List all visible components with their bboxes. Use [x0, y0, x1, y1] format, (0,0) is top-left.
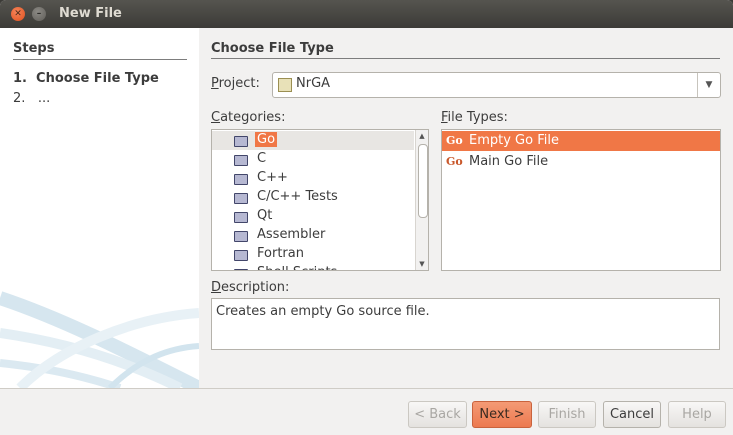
folder-icon [234, 193, 248, 204]
steps-panel: Steps 1. Choose File Type 2. ... [0, 28, 199, 388]
category-label: Go [255, 132, 278, 147]
project-value: NrGA [296, 76, 331, 91]
category-item[interactable]: Fortran [212, 245, 414, 264]
step-number: 2. [13, 91, 26, 106]
categories-list[interactable]: Go C C++ C/C++ Tests Qt Assembler Fortran Shell… [211, 129, 429, 271]
file-type-item[interactable]: Go Main Go File [442, 152, 720, 172]
scroll-down-icon[interactable]: ▼ [416, 258, 428, 270]
folder-icon [234, 269, 248, 270]
footer-divider [0, 388, 733, 389]
category-label: C++ [257, 170, 288, 185]
category-label: Fortran [257, 246, 304, 261]
category-label: Qt [257, 208, 273, 223]
categories-label: Categories: [211, 110, 286, 125]
folder-icon [234, 231, 248, 242]
chevron-down-icon[interactable]: ▼ [697, 73, 720, 97]
go-file-icon: Go [446, 155, 463, 168]
finish-button[interactable]: Finish [538, 401, 596, 428]
file-types-list[interactable]: Go Empty Go File Go Main Go File [441, 129, 721, 271]
step-2: 2. ... [13, 91, 50, 106]
file-type-label: Empty Go File [469, 133, 559, 148]
category-item[interactable]: Go [212, 131, 414, 150]
window-title: New File [59, 6, 122, 21]
category-item[interactable]: Qt [212, 207, 414, 226]
folder-icon [234, 212, 248, 223]
category-item[interactable]: C++ [212, 169, 414, 188]
category-item[interactable]: C [212, 150, 414, 169]
categories-scrollbar[interactable]: ▲ ▼ [415, 130, 428, 270]
step-label: Choose File Type [36, 71, 159, 86]
cancel-button[interactable]: Cancel [603, 401, 661, 428]
project-icon [278, 78, 292, 92]
step-1: 1. Choose File Type [13, 71, 159, 86]
description-label: Description: [211, 280, 290, 295]
folder-icon [234, 174, 248, 185]
folder-icon [234, 136, 248, 147]
description-text: Creates an empty Go source file. [216, 304, 430, 319]
next-button[interactable]: Next > [472, 401, 532, 428]
help-button[interactable]: Help [668, 401, 726, 428]
file-types-label: File Types: [441, 110, 508, 125]
back-button[interactable]: < Back [408, 401, 467, 428]
page-title: Choose File Type [211, 41, 334, 56]
go-file-icon: Go [446, 134, 463, 147]
file-type-item[interactable]: Go Empty Go File [442, 131, 720, 151]
category-label: C/C++ Tests [257, 189, 338, 204]
category-item[interactable]: C/C++ Tests [212, 188, 414, 207]
title-bar: ✕ – New File [0, 0, 733, 28]
file-type-label: Main Go File [469, 154, 549, 169]
category-item[interactable]: Shell Scripts [212, 264, 414, 270]
steps-divider [13, 59, 187, 60]
step-label: ... [37, 91, 51, 106]
scroll-thumb[interactable] [418, 144, 428, 218]
close-icon[interactable]: ✕ [11, 7, 25, 21]
title-divider [211, 58, 720, 59]
decorative-swirl [0, 291, 199, 388]
steps-title: Steps [13, 41, 55, 56]
project-label: Project: [211, 76, 260, 91]
category-label: C [257, 151, 267, 166]
category-item[interactable]: Assembler [212, 226, 414, 245]
new-file-dialog: ✕ – New File Steps 1. Choose File Type 2… [0, 0, 733, 435]
category-label: Shell Scripts [255, 265, 339, 270]
project-select[interactable]: NrGA ▼ [272, 72, 721, 98]
step-number: 1. [13, 71, 27, 86]
folder-icon [234, 250, 248, 261]
scroll-up-icon[interactable]: ▲ [416, 130, 428, 142]
minimize-icon[interactable]: – [32, 7, 46, 21]
folder-icon [234, 155, 248, 166]
category-label: Assembler [257, 227, 326, 242]
description-box: Creates an empty Go source file. [211, 298, 720, 350]
